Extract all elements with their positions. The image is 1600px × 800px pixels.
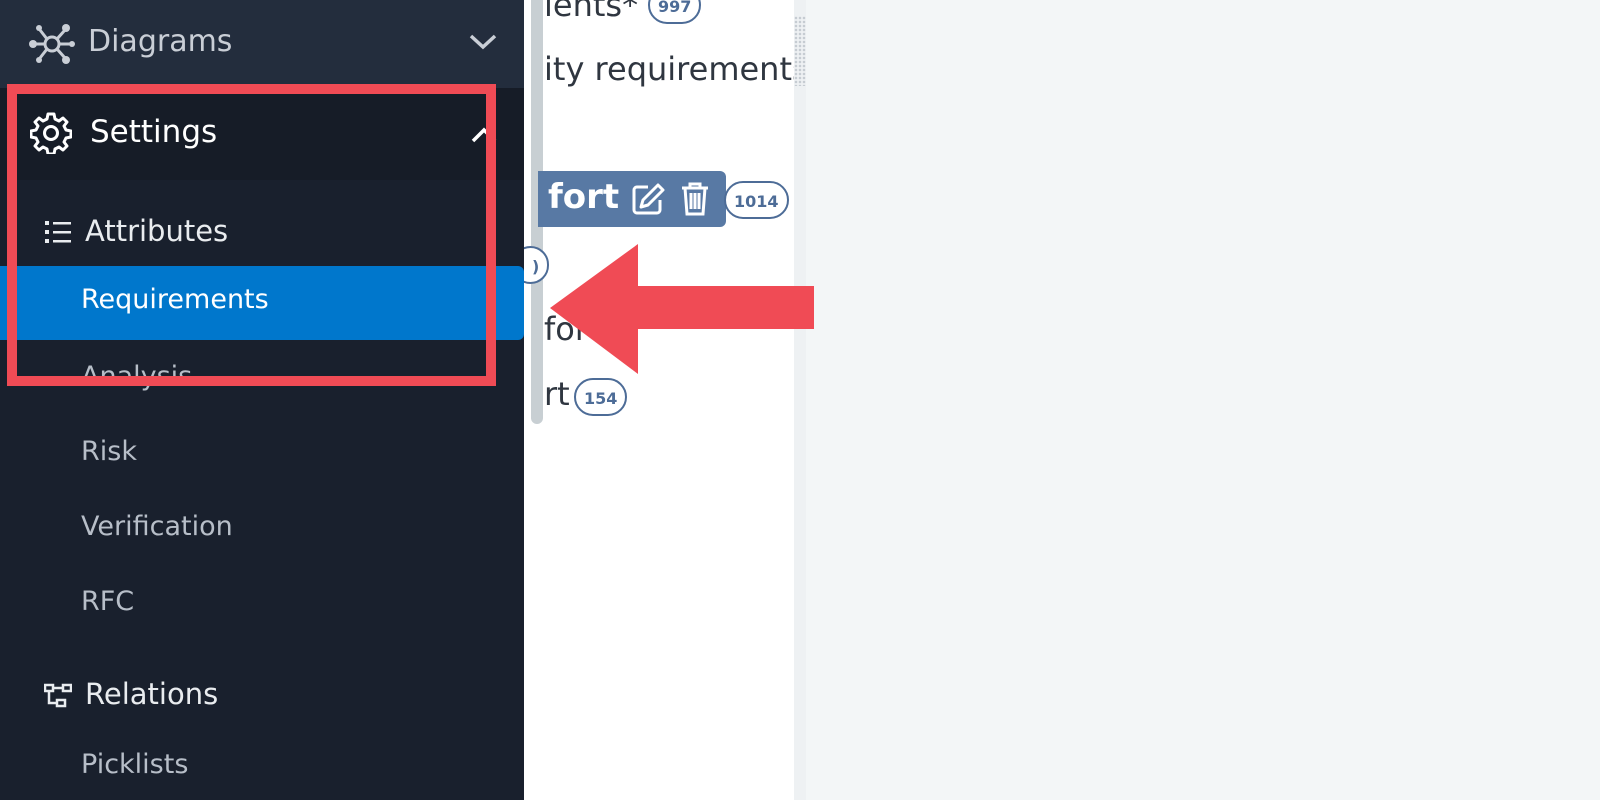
count-badge-2: 1014: [724, 181, 789, 219]
chevron-down-icon[interactable]: [468, 32, 498, 56]
relations-label: Relations: [85, 677, 219, 711]
highlight-box: [7, 84, 496, 386]
row-text-6[interactable]: rt: [544, 375, 570, 413]
diagrams-icon: [28, 22, 76, 70]
selected-attribute-tag[interactable]: fort: [538, 171, 726, 227]
sidebar-item-picklists[interactable]: Picklists: [81, 749, 188, 780]
sidebar-item-diagrams[interactable]: Diagrams: [0, 0, 524, 88]
tag-label: fort: [548, 177, 620, 217]
pointer-arrow: [550, 244, 814, 374]
content-panel: ients* 997 ity requirements fort 1014) …: [524, 0, 794, 800]
edit-icon[interactable]: [632, 183, 666, 219]
count-badge-1: 997: [648, 0, 702, 24]
row-text-1[interactable]: ients*: [544, 0, 638, 24]
panel-divider[interactable]: [794, 0, 806, 800]
count-badge-6: 154: [574, 378, 628, 416]
row-text-2[interactable]: ity requirements: [544, 50, 794, 88]
diagrams-label: Diagrams: [88, 24, 233, 59]
relations-icon: [43, 683, 73, 713]
count-badge-3: ): [524, 246, 550, 284]
sidebar-item-verification[interactable]: Verification: [81, 511, 233, 542]
trash-icon[interactable]: [680, 182, 710, 220]
sidebar-item-rfc[interactable]: RFC: [81, 586, 134, 617]
sidebar-item-risk[interactable]: Risk: [81, 436, 137, 467]
resize-grip-icon[interactable]: [794, 16, 806, 86]
